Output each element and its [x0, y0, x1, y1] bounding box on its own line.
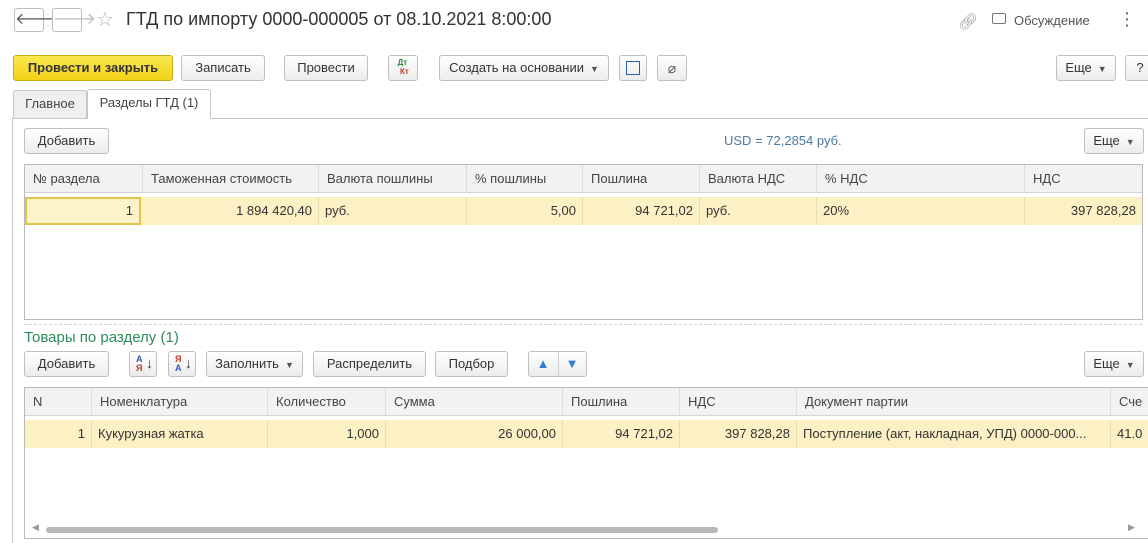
vat-cell[interactable]: 397 828,28 [1025, 197, 1142, 225]
goods-table-header: N Номенклатура Количество Сумма Пошлина … [25, 388, 1148, 416]
goods-more-button[interactable]: Еще ▼ [1084, 351, 1144, 377]
batch-document-cell[interactable]: Поступление (акт, накладная, УПД) 0000-0… [797, 420, 1111, 448]
more-menu-icon[interactable]: ⋮ [1118, 10, 1136, 28]
arrow-right-icon: 🡒 [53, 11, 96, 28]
horizontal-scrollbar[interactable] [46, 527, 718, 533]
goods-table[interactable]: N Номенклатура Количество Сумма Пошлина … [24, 387, 1148, 539]
structure-icon [626, 61, 640, 75]
add-section-button[interactable]: Добавить [24, 128, 109, 154]
column-header[interactable]: НДС [680, 388, 797, 416]
move-buttons: ▲ ▼ [528, 351, 587, 377]
sections-table[interactable]: № раздела Таможенная стоимость Валюта по… [24, 164, 1143, 320]
attachments-button[interactable]: ⌀ [657, 55, 687, 81]
create-based-on-button[interactable]: Создать на основании ▼ [439, 55, 609, 81]
column-header[interactable]: % НДС [817, 165, 1025, 193]
duty-cell[interactable]: 94 721,02 [563, 420, 680, 448]
column-header[interactable]: % пошлины [467, 165, 583, 193]
move-down-icon[interactable]: ▼ [558, 356, 586, 371]
sort-ascending-button[interactable]: АЯ ↓ [129, 351, 157, 377]
title-bar: 🡐 🡒 ☆ ГТД по импорту 0000-000005 от 08.1… [0, 0, 1148, 44]
distribute-button[interactable]: Распределить [313, 351, 426, 377]
back-button[interactable]: 🡐 [14, 8, 58, 32]
column-header[interactable]: Таможенная стоимость [143, 165, 319, 193]
quantity-cell[interactable]: 1,000 [268, 420, 386, 448]
chevron-down-icon: ▼ [1125, 136, 1135, 147]
column-header[interactable]: № раздела [25, 165, 143, 193]
discussion-icon[interactable] [992, 13, 1006, 24]
vat-currency-cell[interactable]: руб. [700, 197, 817, 225]
column-header[interactable]: Документ партии [797, 388, 1111, 416]
star-icon[interactable]: ☆ [96, 8, 114, 32]
discussion-link[interactable]: Обсуждение [1014, 13, 1090, 28]
sort-az-icon: АЯ [136, 354, 143, 373]
sort-za-icon: ЯА [175, 354, 182, 373]
goods-section-title: Товары по разделу (1) [24, 329, 179, 346]
pick-button[interactable]: Подбор [435, 351, 508, 377]
link-icon[interactable]: 🔗︎ [958, 12, 978, 32]
post-button[interactable]: Провести [284, 55, 368, 81]
customs-value-cell[interactable]: 1 894 420,40 [143, 197, 319, 225]
exchange-rate-link[interactable]: USD = 72,2854 руб. [724, 133, 842, 148]
sort-descending-button[interactable]: ЯА ↓ [168, 351, 196, 377]
chevron-down-icon: ▼ [1125, 359, 1135, 370]
arrow-down-icon: ↓ [185, 355, 192, 371]
dt-kt-icon: Дт Кт [397, 58, 409, 76]
column-header[interactable]: Валюта пошлины [319, 165, 467, 193]
fill-button[interactable]: Заполнить ▼ [206, 351, 303, 377]
page-title: ГТД по импорту 0000-000005 от 08.10.2021… [126, 9, 552, 29]
sections-more-button[interactable]: Еще ▼ [1084, 128, 1144, 154]
vat-cell[interactable]: 397 828,28 [680, 420, 797, 448]
column-header[interactable]: Сче [1111, 388, 1148, 416]
post-and-close-button[interactable]: Провести и закрыть [13, 55, 173, 81]
table-row[interactable]: 1 Кукурузная жатка 1,000 26 000,00 94 72… [25, 420, 1148, 448]
sections-table-header: № раздела Таможенная стоимость Валюта по… [25, 165, 1142, 193]
table-row[interactable]: 1 1 894 420,40 руб. 5,00 94 721,02 руб. … [25, 197, 1142, 225]
dt-kt-button[interactable]: Дт Кт [388, 55, 418, 81]
section-number-cell[interactable]: 1 [25, 197, 141, 225]
help-button[interactable]: ? [1125, 55, 1148, 81]
column-header[interactable]: НДС [1025, 165, 1142, 193]
move-up-icon[interactable]: ▲ [529, 356, 557, 371]
duty-percent-cell[interactable]: 5,00 [467, 197, 583, 225]
save-button[interactable]: Записать [181, 55, 265, 81]
forward-button[interactable]: 🡒 [52, 8, 96, 32]
column-header[interactable]: Валюта НДС [700, 165, 817, 193]
scroll-left-icon[interactable]: ◀ [32, 522, 39, 533]
divider [24, 324, 1142, 325]
add-goods-button[interactable]: Добавить [24, 351, 109, 377]
column-header[interactable]: N [25, 388, 92, 416]
tab-main[interactable]: Главное [13, 90, 87, 118]
column-header[interactable]: Номенклатура [92, 388, 268, 416]
scroll-right-icon[interactable]: ▶ [1128, 522, 1135, 533]
column-header[interactable]: Сумма [386, 388, 563, 416]
column-header[interactable]: Количество [268, 388, 386, 416]
nomenclature-cell[interactable]: Кукурузная жатка [92, 420, 268, 448]
account-cell[interactable]: 41.0 [1111, 420, 1148, 448]
toolbar-more-button[interactable]: Еще ▼ [1056, 55, 1116, 81]
paperclip-icon: ⌀ [667, 60, 677, 76]
tab-gtd-sections[interactable]: Разделы ГТД (1) [87, 89, 211, 119]
chevron-down-icon: ▼ [1097, 63, 1107, 74]
arrow-down-icon: ↓ [146, 355, 153, 371]
structure-button[interactable] [619, 55, 647, 81]
column-header[interactable]: Пошлина [583, 165, 700, 193]
chevron-down-icon: ▼ [284, 359, 294, 370]
duty-cell[interactable]: 94 721,02 [583, 197, 700, 225]
vat-percent-cell[interactable]: 20% [817, 197, 1025, 225]
row-number-cell[interactable]: 1 [25, 420, 92, 448]
chevron-down-icon: ▼ [589, 63, 599, 74]
duty-currency-cell[interactable]: руб. [319, 197, 467, 225]
column-header[interactable]: Пошлина [563, 388, 680, 416]
amount-cell[interactable]: 26 000,00 [386, 420, 563, 448]
